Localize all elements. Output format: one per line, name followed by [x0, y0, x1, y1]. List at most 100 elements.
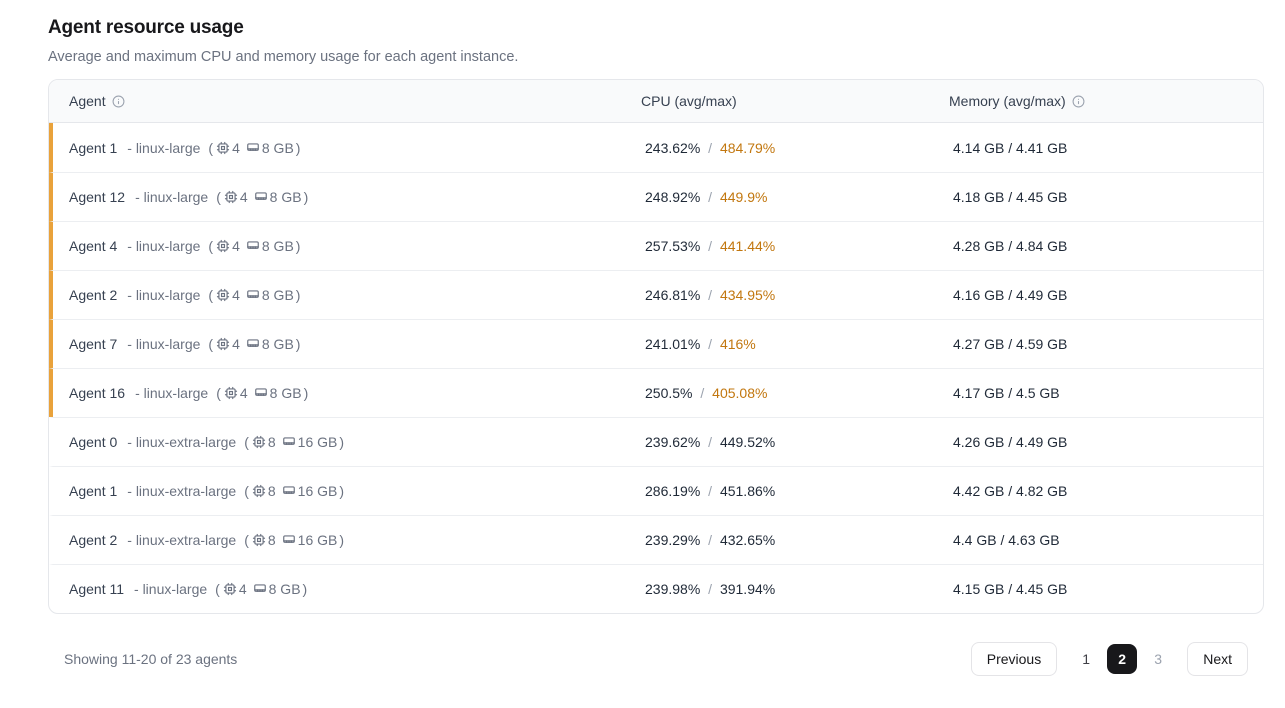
agent-instance-type: - linux-large: [127, 287, 200, 303]
memory-info-icon[interactable]: [1072, 95, 1085, 108]
table-body: Agent 1 - linux-large ( 4 8 GB ) 243.62%…: [49, 123, 1263, 613]
cpu-chip-icon: [224, 386, 238, 400]
agent-spec: ( 4 8 GB ): [216, 385, 308, 401]
page-number-button[interactable]: 1: [1071, 644, 1101, 674]
agent-ram: 8 GB: [262, 140, 294, 156]
page-number-button[interactable]: 3: [1143, 644, 1173, 674]
ram-stick-icon: [253, 582, 267, 596]
ram-stick-icon: [282, 533, 296, 547]
ram-stick-icon: [246, 239, 260, 253]
agent-cell: Agent 16 - linux-large ( 4 8 GB ): [53, 385, 645, 401]
spec-paren-close: ): [296, 336, 301, 352]
agent-cell: Agent 2 - linux-large ( 4 8 GB ): [53, 287, 645, 303]
table-row: Agent 1 - linux-extra-large ( 8 16 GB ) …: [49, 466, 1263, 515]
cpu-separator: /: [704, 581, 716, 597]
agent-instance-type: - linux-large: [127, 238, 200, 254]
agent-column-label: Agent: [69, 93, 106, 109]
memory-value: 4.14 GB / 4.41 GB: [953, 140, 1067, 156]
spec-paren-open: (: [244, 434, 249, 450]
cpu-cell: 243.62% / 484.79%: [645, 140, 953, 156]
cpu-chip-icon: [216, 337, 230, 351]
table-row: Agent 7 - linux-large ( 4 8 GB ) 241.01%…: [49, 319, 1263, 368]
cpu-max-value: 405.08%: [712, 385, 767, 401]
cpu-avg-value: 241.01%: [645, 336, 700, 352]
cpu-avg-value: 286.19%: [645, 483, 700, 499]
agent-spec: ( 4 8 GB ): [215, 581, 307, 597]
memory-value: 4.16 GB / 4.49 GB: [953, 287, 1067, 303]
ram-stick-icon: [254, 190, 268, 204]
cpu-cell: 286.19% / 451.86%: [645, 483, 953, 499]
agent-instance-type: - linux-extra-large: [127, 434, 236, 450]
ram-stick-icon: [254, 386, 268, 400]
cpu-separator: /: [704, 434, 716, 450]
agent-spec: ( 8 16 GB ): [244, 434, 344, 450]
next-page-button[interactable]: Next: [1187, 642, 1248, 676]
agent-cpu-count: 4: [232, 140, 240, 156]
page-number-list: 123: [1071, 644, 1173, 674]
agent-ram: 8 GB: [262, 336, 294, 352]
agent-instance-type: - linux-large: [135, 189, 208, 205]
spec-paren-open: (: [208, 336, 213, 352]
agent-ram: 8 GB: [262, 238, 294, 254]
agent-info-icon[interactable]: [112, 95, 125, 108]
table-row: Agent 16 - linux-large ( 4 8 GB ) 250.5%…: [49, 368, 1263, 417]
spec-paren-close: ): [296, 140, 301, 156]
previous-page-button[interactable]: Previous: [971, 642, 1057, 676]
table-row: Agent 11 - linux-large ( 4 8 GB ) 239.98…: [49, 564, 1263, 613]
pagination: Previous 123 Next: [971, 642, 1248, 676]
memory-column-label: Memory (avg/max): [949, 93, 1066, 109]
cpu-cell: 246.81% / 434.95%: [645, 287, 953, 303]
agent-cell: Agent 12 - linux-large ( 4 8 GB ): [53, 189, 645, 205]
agent-usage-table: Agent CPU (avg/max) Memory (avg/max) Age…: [48, 79, 1264, 614]
spec-paren-open: (: [208, 238, 213, 254]
cpu-max-value: 416%: [720, 336, 756, 352]
spec-paren-close: ): [304, 189, 309, 205]
cpu-max-value: 391.94%: [720, 581, 775, 597]
cpu-chip-icon: [252, 484, 266, 498]
agent-spec: ( 4 8 GB ): [208, 287, 300, 303]
page-subtitle: Average and maximum CPU and memory usage…: [48, 49, 1264, 65]
cpu-avg-value: 243.62%: [645, 140, 700, 156]
cpu-max-value: 432.65%: [720, 532, 775, 548]
spec-paren-close: ): [339, 483, 344, 499]
agent-ram: 8 GB: [262, 287, 294, 303]
agent-cpu-count: 4: [232, 238, 240, 254]
cpu-max-value: 434.95%: [720, 287, 775, 303]
agent-cpu-count: 4: [232, 336, 240, 352]
agent-instance-type: - linux-extra-large: [127, 483, 236, 499]
memory-cell: 4.17 GB / 4.5 GB: [953, 385, 1263, 401]
agent-name: Agent 2: [69, 287, 117, 303]
cpu-cell: 239.62% / 449.52%: [645, 434, 953, 450]
agent-ram: 8 GB: [270, 189, 302, 205]
spec-paren-close: ): [296, 238, 301, 254]
column-header-memory: Memory (avg/max): [949, 93, 1263, 109]
cpu-avg-value: 248.92%: [645, 189, 700, 205]
cpu-chip-icon: [252, 533, 266, 547]
cpu-avg-value: 239.29%: [645, 532, 700, 548]
agent-cell: Agent 11 - linux-large ( 4 8 GB ): [53, 581, 645, 597]
page-container: Agent resource usage Average and maximum…: [48, 17, 1264, 676]
agent-name: Agent 2: [69, 532, 117, 548]
cpu-cell: 257.53% / 441.44%: [645, 238, 953, 254]
agent-name: Agent 7: [69, 336, 117, 352]
cpu-cell: 241.01% / 416%: [645, 336, 953, 352]
agent-cell: Agent 0 - linux-extra-large ( 8 16 GB ): [53, 434, 645, 450]
agent-spec: ( 4 8 GB ): [208, 336, 300, 352]
memory-value: 4.28 GB / 4.84 GB: [953, 238, 1067, 254]
cpu-chip-icon: [216, 288, 230, 302]
table-row: Agent 12 - linux-large ( 4 8 GB ) 248.92…: [49, 172, 1263, 221]
agent-spec: ( 8 16 GB ): [244, 532, 344, 548]
cpu-separator: /: [704, 336, 716, 352]
agent-cpu-count: 8: [268, 483, 276, 499]
cpu-chip-icon: [252, 435, 266, 449]
spec-paren-close: ): [296, 287, 301, 303]
table-row: Agent 1 - linux-large ( 4 8 GB ) 243.62%…: [49, 123, 1263, 172]
cpu-separator: /: [704, 189, 716, 205]
page-number-button[interactable]: 2: [1107, 644, 1137, 674]
table-row: Agent 2 - linux-extra-large ( 8 16 GB ) …: [49, 515, 1263, 564]
agent-cell: Agent 4 - linux-large ( 4 8 GB ): [53, 238, 645, 254]
memory-cell: 4.4 GB / 4.63 GB: [953, 532, 1263, 548]
memory-value: 4.4 GB / 4.63 GB: [953, 532, 1060, 548]
cpu-cell: 239.98% / 391.94%: [645, 581, 953, 597]
memory-value: 4.15 GB / 4.45 GB: [953, 581, 1067, 597]
